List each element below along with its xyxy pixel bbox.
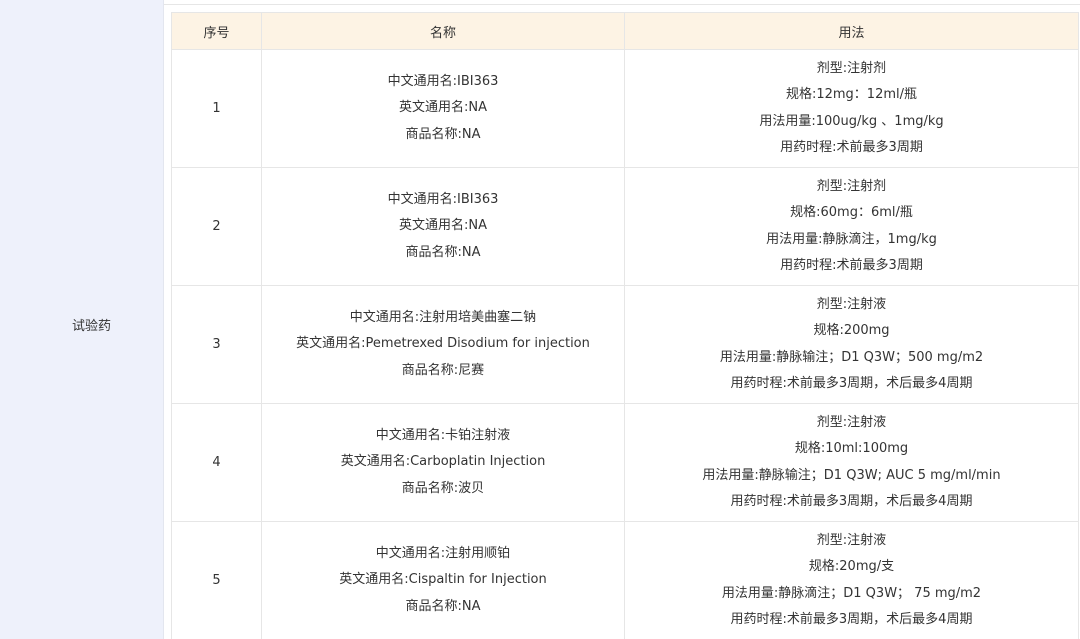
dosage: 用法用量:静脉滴注；D1 Q3W； 75 mg/m2 — [721, 585, 982, 601]
dosage-form: 剂型:注射剂 — [816, 178, 887, 194]
cell-usage: 剂型:注射液 规格:200mg 用法用量:静脉输注；D1 Q3W；500 mg/… — [624, 285, 1079, 404]
table-row: 5 中文通用名:注射用顺铂 英文通用名:Cispaltin for Inject… — [171, 521, 1079, 639]
cell-usage: 剂型:注射剂 规格:60mg：6ml/瓶 用法用量:静脉滴注，1mg/kg 用药… — [624, 167, 1079, 286]
trade-name: 商品名称:波贝 — [401, 480, 485, 496]
cell-no: 5 — [171, 521, 262, 639]
table-row: 1 中文通用名:IBI363 英文通用名:NA 商品名称:NA 剂型:注射剂 规… — [171, 49, 1079, 168]
table-row: 2 中文通用名:IBI363 英文通用名:NA 商品名称:NA 剂型:注射剂 规… — [171, 167, 1079, 286]
section-label: 试验药 — [71, 319, 111, 334]
cell-no: 3 — [171, 285, 262, 404]
table-header-row: 序号 名称 用法 — [171, 12, 1079, 50]
cell-no: 2 — [171, 167, 262, 286]
dosage: 用法用量:100ug/kg 、1mg/kg — [759, 113, 944, 129]
dosage-form: 剂型:注射剂 — [816, 60, 887, 76]
cell-name: 中文通用名:IBI363 英文通用名:NA 商品名称:NA — [261, 49, 625, 168]
course: 用药时程:术前最多3周期，术后最多4周期 — [730, 494, 973, 509]
trade-name: 商品名称:尼赛 — [401, 362, 485, 378]
chinese-generic-name: 中文通用名:卡铂注射液 — [375, 427, 511, 443]
header-name: 名称 — [261, 12, 625, 50]
table-container: 序号 名称 用法 1 中文通用名:IBI363 英文通用名:NA 商品名称:NA… — [164, 0, 1080, 639]
chinese-generic-name: 中文通用名:注射用培美曲塞二钠 — [349, 309, 537, 325]
specification: 规格:10ml:100mg — [794, 441, 909, 456]
table-row: 3 中文通用名:注射用培美曲塞二钠 英文通用名:Pemetrexed Disod… — [171, 285, 1079, 404]
course: 用药时程:术前最多3周期 — [780, 258, 923, 273]
drug-table: 序号 名称 用法 1 中文通用名:IBI363 英文通用名:NA 商品名称:NA… — [171, 12, 1079, 639]
chinese-generic-name: 中文通用名:注射用顺铂 — [375, 545, 511, 561]
divider — [164, 4, 1080, 5]
dosage: 用法用量:静脉输注；D1 Q3W；500 mg/m2 — [719, 349, 984, 365]
dosage-form: 剂型:注射液 — [816, 532, 887, 548]
dosage-form: 剂型:注射液 — [816, 296, 887, 312]
english-generic-name: 英文通用名:NA — [399, 218, 487, 234]
trade-name: 商品名称:NA — [405, 598, 481, 614]
trade-name: 商品名称:NA — [405, 244, 481, 260]
trade-name: 商品名称:NA — [405, 126, 481, 142]
chinese-generic-name: 中文通用名:IBI363 — [387, 191, 499, 207]
cell-no: 1 — [171, 49, 262, 168]
cell-name: 中文通用名:注射用培美曲塞二钠 英文通用名:Pemetrexed Disodiu… — [261, 285, 625, 404]
cell-name: 中文通用名:卡铂注射液 英文通用名:Carboplatin Injection … — [261, 403, 625, 522]
english-generic-name: 英文通用名:Carboplatin Injection — [340, 454, 546, 470]
course: 用药时程:术前最多3周期，术后最多4周期 — [730, 612, 973, 627]
specification: 规格:200mg — [813, 323, 890, 338]
specification: 规格:12mg：12ml/瓶 — [785, 87, 918, 102]
table-row: 4 中文通用名:卡铂注射液 英文通用名:Carboplatin Injectio… — [171, 403, 1079, 522]
cell-usage: 剂型:注射剂 规格:12mg：12ml/瓶 用法用量:100ug/kg 、1mg… — [624, 49, 1079, 168]
cell-no: 4 — [171, 403, 262, 522]
header-usage: 用法 — [624, 12, 1079, 50]
dosage: 用法用量:静脉滴注，1mg/kg — [766, 231, 937, 247]
dosage: 用法用量:静脉输注；D1 Q3W; AUC 5 mg/ml/min — [702, 467, 1001, 483]
section-label-cell: 试验药 — [0, 0, 164, 639]
cell-usage: 剂型:注射液 规格:10ml:100mg 用法用量:静脉输注；D1 Q3W; A… — [624, 403, 1079, 522]
cell-name: 中文通用名:IBI363 英文通用名:NA 商品名称:NA — [261, 167, 625, 286]
drug-info-panel: 试验药 序号 名称 用法 1 中文通用名:IBI363 英文通用名:NA 商品名… — [0, 0, 1080, 639]
course: 用药时程:术前最多3周期，术后最多4周期 — [730, 376, 973, 391]
cell-usage: 剂型:注射液 规格:20mg/支 用法用量:静脉滴注；D1 Q3W； 75 mg… — [624, 521, 1079, 639]
specification: 规格:60mg：6ml/瓶 — [790, 205, 913, 220]
english-generic-name: 英文通用名:Pemetrexed Disodium for injection — [296, 336, 590, 352]
english-generic-name: 英文通用名:NA — [399, 100, 487, 116]
chinese-generic-name: 中文通用名:IBI363 — [387, 73, 499, 89]
course: 用药时程:术前最多3周期 — [780, 140, 923, 155]
header-no: 序号 — [171, 12, 262, 50]
dosage-form: 剂型:注射液 — [816, 414, 887, 430]
specification: 规格:20mg/支 — [808, 559, 895, 574]
english-generic-name: 英文通用名:Cispaltin for Injection — [339, 572, 547, 588]
cell-name: 中文通用名:注射用顺铂 英文通用名:Cispaltin for Injectio… — [261, 521, 625, 639]
